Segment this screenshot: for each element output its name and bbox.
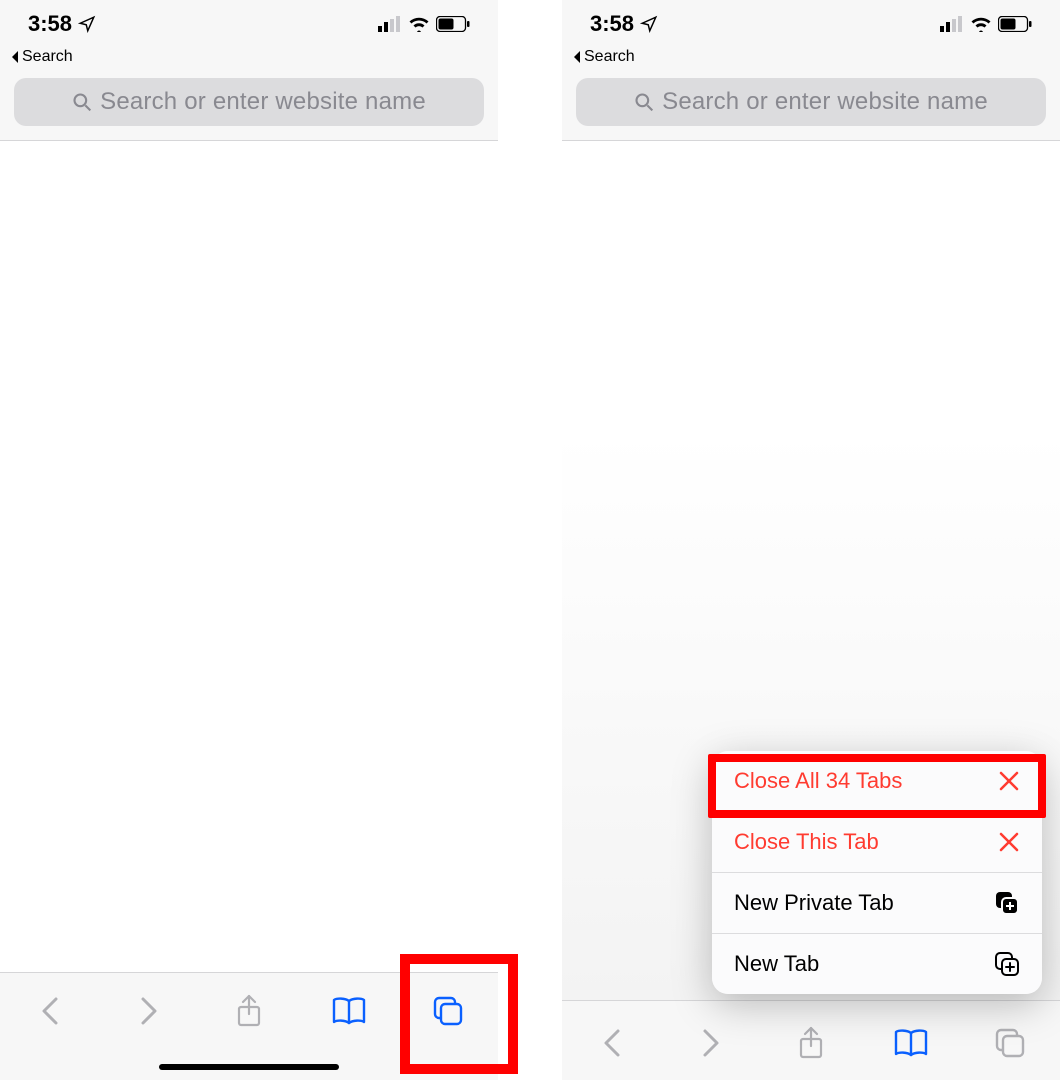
battery-icon bbox=[436, 16, 470, 32]
status-left: 3:58 bbox=[590, 11, 658, 37]
cellular-signal-icon bbox=[378, 16, 402, 32]
bookmarks-button[interactable] bbox=[881, 1023, 941, 1063]
tabs-icon bbox=[994, 1027, 1026, 1059]
menu-label: New Private Tab bbox=[734, 890, 894, 916]
bottom-toolbar bbox=[562, 1000, 1060, 1080]
share-button[interactable] bbox=[219, 991, 279, 1031]
location-arrow-icon bbox=[78, 15, 96, 33]
tabs-button[interactable] bbox=[418, 991, 478, 1031]
status-time: 3:58 bbox=[28, 11, 72, 37]
url-bar-area: Search or enter website name bbox=[562, 70, 1060, 141]
tabs-context-menu: Close All 34 Tabs Close This Tab New Pri… bbox=[712, 751, 1042, 994]
bottom-toolbar bbox=[0, 972, 498, 1080]
bookmarks-button[interactable] bbox=[319, 991, 379, 1031]
url-placeholder: Search or enter website name bbox=[662, 88, 988, 116]
url-search-input[interactable]: Search or enter website name bbox=[576, 78, 1046, 126]
phone-screen-left: 3:58 bbox=[0, 0, 498, 1080]
wifi-icon bbox=[408, 16, 430, 32]
back-button[interactable] bbox=[20, 991, 80, 1031]
share-icon bbox=[798, 1026, 824, 1060]
url-search-input[interactable]: Search or enter website name bbox=[14, 78, 484, 126]
close-icon bbox=[998, 831, 1020, 853]
status-left: 3:58 bbox=[28, 11, 96, 37]
forward-button[interactable] bbox=[119, 991, 179, 1031]
search-icon bbox=[634, 92, 654, 112]
share-icon bbox=[236, 994, 262, 1028]
back-caret-icon bbox=[10, 51, 20, 63]
chevron-left-icon bbox=[41, 996, 59, 1026]
menu-label: Close This Tab bbox=[734, 829, 879, 855]
menu-new-tab[interactable]: New Tab bbox=[712, 934, 1042, 994]
chevron-right-icon bbox=[702, 1028, 720, 1058]
new-tab-icon bbox=[994, 951, 1020, 977]
cellular-signal-icon bbox=[940, 16, 964, 32]
wifi-icon bbox=[970, 16, 992, 32]
menu-new-private-tab[interactable]: New Private Tab bbox=[712, 873, 1042, 934]
book-icon bbox=[894, 1029, 928, 1057]
close-icon bbox=[998, 770, 1020, 792]
phone-screen-right: 3:58 bbox=[562, 0, 1060, 1080]
back-to-app-breadcrumb[interactable]: Search bbox=[562, 48, 1060, 70]
chevron-right-icon bbox=[140, 996, 158, 1026]
back-app-label: Search bbox=[22, 48, 73, 66]
location-arrow-icon bbox=[640, 15, 658, 33]
menu-close-all-tabs[interactable]: Close All 34 Tabs bbox=[712, 751, 1042, 812]
back-button[interactable] bbox=[582, 1023, 642, 1063]
chevron-left-icon bbox=[603, 1028, 621, 1058]
tabs-icon bbox=[432, 995, 464, 1027]
home-indicator[interactable] bbox=[159, 1064, 339, 1070]
menu-label: Close All 34 Tabs bbox=[734, 768, 902, 794]
url-bar-area: Search or enter website name bbox=[0, 70, 498, 141]
back-caret-icon bbox=[572, 51, 582, 63]
status-right bbox=[940, 16, 1032, 32]
forward-button[interactable] bbox=[681, 1023, 741, 1063]
status-bar: 3:58 bbox=[562, 0, 1060, 48]
status-right bbox=[378, 16, 470, 32]
status-bar: 3:58 bbox=[0, 0, 498, 48]
back-app-label: Search bbox=[584, 48, 635, 66]
menu-label: New Tab bbox=[734, 951, 819, 977]
status-time: 3:58 bbox=[590, 11, 634, 37]
back-to-app-breadcrumb[interactable]: Search bbox=[0, 48, 498, 70]
menu-close-this-tab[interactable]: Close This Tab bbox=[712, 812, 1042, 873]
share-button[interactable] bbox=[781, 1023, 841, 1063]
tabs-button[interactable] bbox=[980, 1023, 1040, 1063]
url-placeholder: Search or enter website name bbox=[100, 88, 426, 116]
battery-icon bbox=[998, 16, 1032, 32]
search-icon bbox=[72, 92, 92, 112]
book-icon bbox=[332, 997, 366, 1025]
new-private-tab-icon bbox=[994, 890, 1020, 916]
